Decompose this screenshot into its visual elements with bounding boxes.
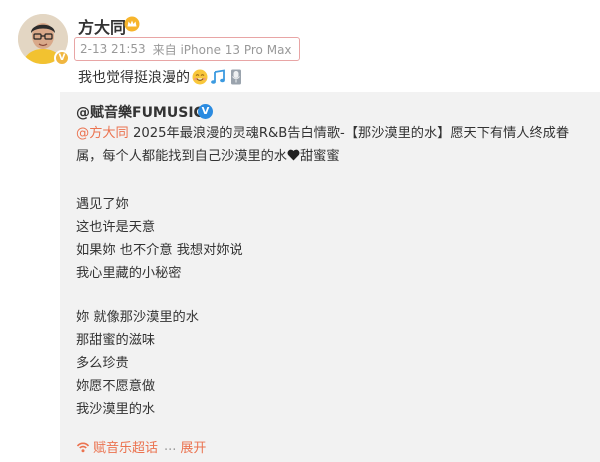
topic-link[interactable]: 赋音乐超话 <box>76 437 158 456</box>
heart-icon <box>287 149 300 161</box>
post-timestamp[interactable]: 2-13 21:53 <box>80 42 146 56</box>
post-meta-highlight: 2-13 21:53 来自 iPhone 13 Pro Max <box>74 37 300 61</box>
topic-label: 赋音乐超话 <box>93 441 159 456</box>
lyric-line: 如果妳 也不介意 我想对妳说 <box>76 243 243 258</box>
microphone-emoji-icon <box>231 69 241 85</box>
lyric-line: 多么珍贵 <box>76 356 129 371</box>
lyric-line: 遇见了妳 <box>76 197 129 212</box>
post-source[interactable]: 来自 iPhone 13 Pro Max <box>153 41 292 58</box>
lyric-line: 妳 就像那沙漠里的水 <box>76 310 199 325</box>
repost-intro: @方大同 2025年最浪漫的灵魂R&B告白情歌-【那沙漠里的水】愿天下有情人终成… <box>76 122 576 168</box>
crown-icon <box>124 16 140 32</box>
verified-blue-badge-icon: V <box>198 104 213 119</box>
music-note-emoji-icon <box>211 69 225 84</box>
post-text: 我也觉得挺浪漫的 <box>78 67 244 87</box>
ellipsis: ... <box>164 439 177 454</box>
original-author[interactable]: @赋音樂FUMUSIC <box>76 102 204 122</box>
smile-emoji-icon <box>192 69 208 85</box>
repost-footer: 赋音乐超话 ... 展开 <box>76 437 206 456</box>
expand-link[interactable]: 展开 <box>180 437 206 456</box>
author-name[interactable]: 方大同 <box>78 14 126 38</box>
lyric-line: 我沙漠里的水 <box>76 402 156 417</box>
lyric-line: 这也许是天意 <box>76 220 156 235</box>
lyric-line: 我心里藏的小秘密 <box>76 266 182 281</box>
mention-link[interactable]: @方大同 <box>76 126 129 141</box>
super-topic-icon <box>76 442 90 452</box>
verified-gold-badge-icon: V <box>54 50 70 66</box>
repost-intro-tail: 甜蜜蜜 <box>300 149 340 164</box>
post-text-content: 我也觉得挺浪漫的 <box>78 70 190 86</box>
lyric-line: 那甜蜜的滋味 <box>76 333 156 348</box>
lyric-line: 妳愿不愿意做 <box>76 379 156 394</box>
repost-card: @赋音樂FUMUSIC V @方大同 2025年最浪漫的灵魂R&B告白情歌-【那… <box>60 92 600 462</box>
